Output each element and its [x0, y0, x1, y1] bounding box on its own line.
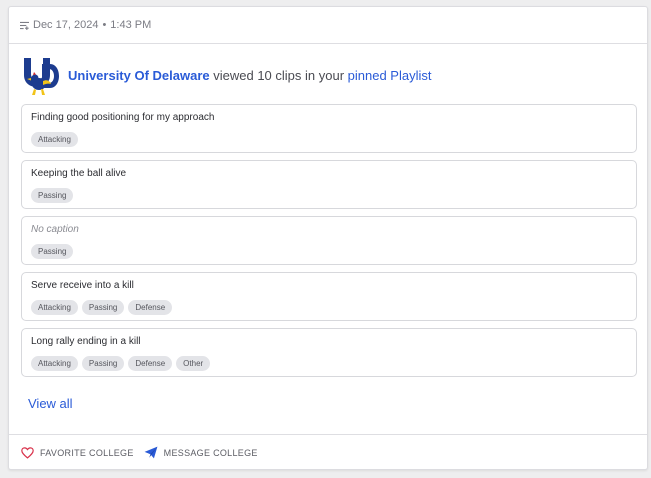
- activity-time: 1:43 PM: [110, 19, 152, 31]
- favorite-college-button[interactable]: FAVORITE COLLEGE: [21, 446, 134, 459]
- heart-outline-icon: [21, 446, 34, 459]
- date-separator: •: [102, 19, 107, 31]
- paper-plane-icon: [144, 446, 158, 459]
- pinned-playlist-link[interactable]: pinned Playlist: [348, 68, 432, 83]
- clip-tags: Attacking: [31, 132, 627, 147]
- tag-attacking: Attacking: [31, 300, 78, 315]
- clip-caption: No caption: [31, 224, 79, 235]
- clip-item[interactable]: Keeping the ball alive Passing: [21, 160, 637, 209]
- tag-defense: Defense: [128, 300, 173, 315]
- message-college-button[interactable]: MESSAGE COLLEGE: [144, 446, 258, 459]
- tag-attacking: Attacking: [31, 132, 78, 147]
- view-all-link[interactable]: View all: [28, 396, 73, 411]
- card-header: Dec 17, 2024 • 1:43 PM: [9, 7, 647, 44]
- clip-item[interactable]: Long rally ending in a kill Attacking Pa…: [21, 328, 637, 377]
- clip-list: Finding good positioning for my approach…: [21, 104, 637, 384]
- card-footer: FAVORITE COLLEGE MESSAGE COLLEGE: [9, 434, 647, 470]
- clip-caption: Finding good positioning for my approach: [31, 112, 215, 123]
- clip-caption: Keeping the ball alive: [31, 168, 127, 179]
- tag-passing: Passing: [31, 244, 74, 259]
- activity-date: Dec 17, 2024: [33, 19, 99, 31]
- clip-tags: Passing: [31, 244, 627, 259]
- message-college-label: MESSAGE COLLEGE: [163, 447, 258, 458]
- clip-caption: Long rally ending in a kill: [31, 336, 141, 347]
- activity-message: University Of Delaware viewed 10 clips i…: [68, 68, 431, 83]
- clip-item[interactable]: No caption Passing: [21, 216, 637, 265]
- clip-item[interactable]: Serve receive into a kill Attacking Pass…: [21, 272, 637, 321]
- tag-other: Other: [176, 356, 211, 371]
- college-name-link[interactable]: University Of Delaware: [68, 68, 210, 83]
- clip-tags: Passing: [31, 188, 627, 203]
- activity-summary: University Of Delaware viewed 10 clips i…: [9, 44, 647, 96]
- college-logo[interactable]: [22, 54, 60, 96]
- tag-passing: Passing: [81, 300, 125, 315]
- activity-middle-text: viewed 10 clips in your: [209, 67, 348, 83]
- tag-passing: Passing: [31, 188, 74, 203]
- clip-tags: Attacking Passing Defense Other: [31, 356, 627, 371]
- tag-defense: Defense: [128, 356, 173, 371]
- clip-caption: Serve receive into a kill: [31, 280, 134, 291]
- clip-tags: Attacking Passing Defense: [31, 300, 627, 315]
- tag-attacking: Attacking: [31, 356, 78, 371]
- filter-lines-icon: [20, 21, 29, 30]
- tag-passing: Passing: [81, 356, 125, 371]
- clip-item[interactable]: Finding good positioning for my approach…: [21, 104, 637, 153]
- favorite-college-label: FAVORITE COLLEGE: [40, 447, 134, 458]
- activity-card: Dec 17, 2024 • 1:43 PM University Of Del…: [8, 6, 648, 470]
